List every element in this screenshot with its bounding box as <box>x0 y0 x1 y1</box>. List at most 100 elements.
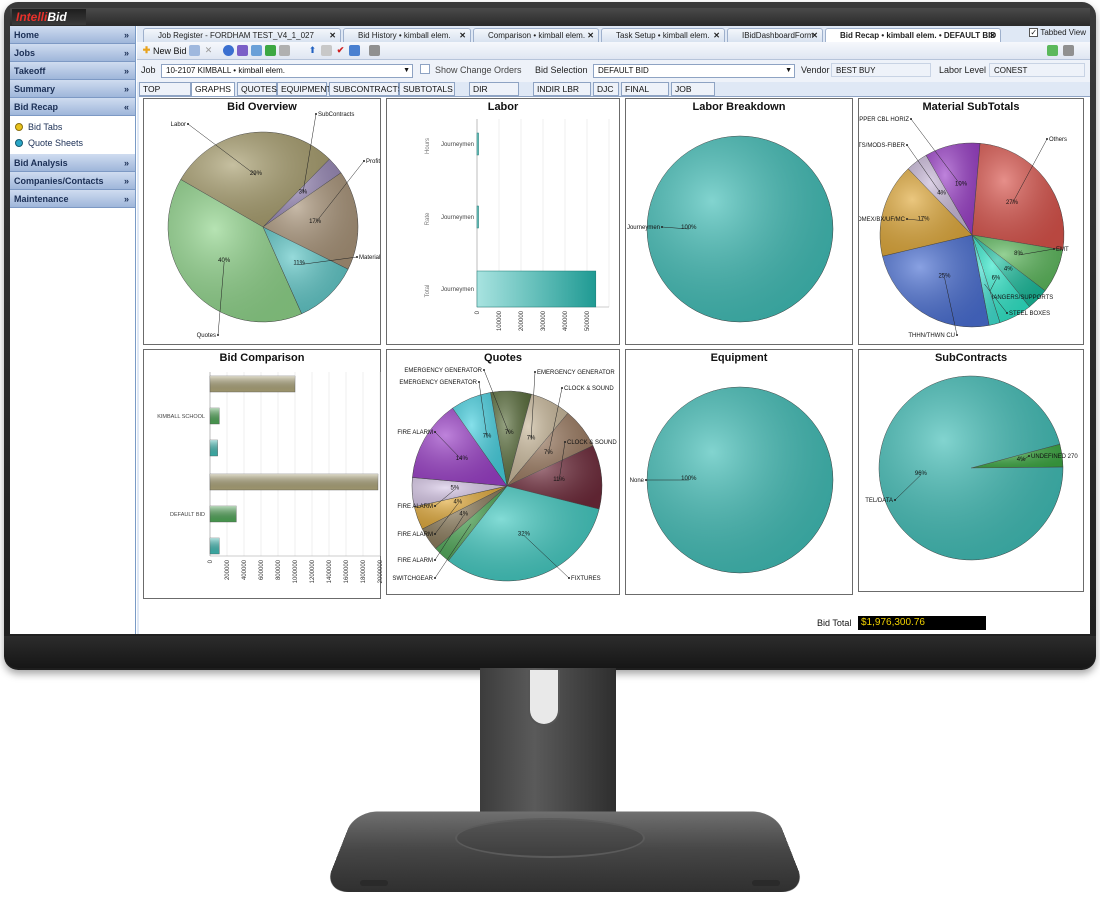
logo-text-2: Bid <box>47 10 67 24</box>
tabbed-view-toggle[interactable]: ✓ Tabbed View <box>1029 28 1086 38</box>
doc-tab-dashboard[interactable]: IBidDashboardForm ✕ <box>727 28 823 42</box>
sub-tabs: TOP SHEETGRAPHSQUOTESEQUIPMENTSUBCONTRAC… <box>137 82 1090 107</box>
subtab-final-price[interactable]: FINAL PRICE <box>621 82 669 107</box>
close-icon[interactable]: ✕ <box>811 29 818 42</box>
close-icon[interactable]: ✕ <box>713 29 720 42</box>
pie-slice-label: Others <box>1049 137 1067 143</box>
pie-chart-icon[interactable] <box>223 45 234 56</box>
bullet-icon <box>15 139 23 147</box>
close-icon[interactable]: ✕ <box>329 29 336 42</box>
pie-leader-dot <box>434 559 436 561</box>
pie-leader-dot <box>956 334 958 336</box>
subtab-subtotals[interactable]: SUBTOTALS <box>399 82 455 96</box>
bar-shade <box>210 376 295 392</box>
monitor-bezel <box>4 636 1096 668</box>
labor-level-label: Labor Level <box>939 65 987 75</box>
chart-panel-2: Labor Breakdown 100% Journeymen <box>625 98 853 345</box>
bar <box>476 132 479 156</box>
pie-chart: 27%Others8%EMT4%6%HANGERS/SUPPORTSSTEEL … <box>859 117 1069 339</box>
refresh-icon[interactable] <box>251 45 262 56</box>
doc-tab-comparison[interactable]: Comparison • kimball elem. ✕ <box>473 28 599 42</box>
check-icon[interactable]: ✔ <box>335 45 346 56</box>
subtab-dir-labor[interactable]: DIR LABOR <box>469 82 519 107</box>
pie-leader-dot <box>534 371 536 373</box>
pie-slice-label: THHN/THWN CU <box>908 333 955 339</box>
job-select[interactable]: 10-2107 KIMBALL • kimball elem. ▼ <box>161 64 413 78</box>
bar-shade <box>210 506 237 522</box>
subtab-job-info[interactable]: JOB INFO <box>671 82 715 107</box>
doc-tab-label: IBidDashboardForm <box>742 31 814 40</box>
sidebar-section-jobs[interactable]: Jobs » <box>10 44 135 62</box>
chevron-up-icon: « <box>123 102 129 112</box>
pie-leader-dot <box>1006 312 1008 314</box>
subtab-quotes[interactable]: QUOTES <box>237 82 277 96</box>
doc-tab-task-setup[interactable]: Task Setup • kimball elem. ✕ <box>601 28 725 42</box>
chevron-down-icon: ▼ <box>785 67 792 74</box>
bar <box>476 205 479 229</box>
settings-icon[interactable] <box>265 45 276 56</box>
tick-label: 100000 <box>497 310 503 331</box>
search-icon[interactable] <box>349 45 360 56</box>
doc-tab-bid-history[interactable]: Bid History • kimball elem. ✕ <box>343 28 471 42</box>
doc-tab-bid-recap[interactable]: Bid Recap • kimball elem. • DEFAULT BID ✕ <box>825 28 1001 42</box>
tick-label: 1800000 <box>361 559 367 583</box>
new-bid-button[interactable]: New Bid <box>153 44 187 58</box>
subtab-indir-lbr[interactable]: INDIR LBR <box>533 82 591 96</box>
tabbed-view-label: Tabbed View <box>1040 28 1086 37</box>
upload-icon[interactable]: ⬆ <box>307 45 318 56</box>
sidebar-section-maintenance[interactable]: Maintenance » <box>10 190 135 208</box>
save-icon[interactable] <box>279 45 290 56</box>
chart-panel-6: Equipment 100% None <box>625 349 853 595</box>
pie-slice-label: UNDEFINED 270 <box>1031 454 1078 460</box>
pie-leader-dot <box>217 334 219 336</box>
app-logo: IntelliBid <box>12 9 86 25</box>
pie-chart: 29%Labor3%SubContracts17%Profit11%Materi… <box>167 112 380 339</box>
export-icon[interactable] <box>1047 45 1058 56</box>
pie-percent-label: 10% <box>955 182 968 188</box>
print-icon[interactable] <box>1063 45 1074 56</box>
pie-leader-dot <box>315 113 317 115</box>
delete-icon[interactable]: ✕ <box>203 45 214 56</box>
doc-tab-label: Comparison • kimball elem. <box>488 31 586 40</box>
subtab-top-sheet[interactable]: TOP SHEET <box>139 82 191 107</box>
sidebar-section-takeoff[interactable]: Takeoff » <box>10 62 135 80</box>
chevron-down-icon: » <box>123 84 129 94</box>
sidebar-section-label: Summary <box>14 84 56 94</box>
copy-icon[interactable] <box>189 45 200 56</box>
list-icon[interactable] <box>237 45 248 56</box>
subtab-graphs[interactable]: GRAPHS <box>191 82 235 96</box>
sidebar-item-quote-sheets[interactable]: Quote Sheets <box>10 135 135 151</box>
pie-slice-label: FIRE ALARM <box>397 532 433 538</box>
pie-slice-label: OUTLETS/MODS-FIBER <box>859 143 906 149</box>
close-icon[interactable]: ✕ <box>459 29 466 42</box>
chart-panel-7: SubContracts 4% UNDEFINED 270 96% TEL/DATA <box>858 349 1084 592</box>
print-icon[interactable] <box>369 45 380 56</box>
sidebar-section-companies[interactable]: Companies/Contacts » <box>10 172 135 190</box>
close-icon[interactable]: ✕ <box>587 29 594 42</box>
subtab-subcontracts[interactable]: SUBCONTRACTS <box>329 82 403 96</box>
close-icon[interactable]: ✕ <box>989 29 996 42</box>
sidebar-section-summary[interactable]: Summary » <box>10 80 135 98</box>
pie-chart: 7% EMERGENCY GENERATOR 7% EMERGENCY GENERAT… <box>392 368 617 582</box>
pie-leader-dot <box>564 441 566 443</box>
plus-icon[interactable]: ✚ <box>141 45 152 56</box>
document-icon[interactable] <box>321 45 332 56</box>
sidebar-section-bid-recap[interactable]: Bid Recap « <box>10 98 135 116</box>
sidebar-section-bid-analysis[interactable]: Bid Analysis » <box>10 154 135 172</box>
doc-tab-label: Task Setup • kimball elem. <box>616 31 710 40</box>
tabbed-view-checkbox[interactable]: ✓ <box>1029 28 1039 38</box>
sidebar-item-bid-tabs[interactable]: Bid Tabs <box>10 119 135 135</box>
sidebar-section-label: Takeoff <box>14 66 46 76</box>
tick-label: 0 <box>475 310 481 314</box>
show-change-orders-checkbox[interactable] <box>420 64 430 74</box>
tick-label: 800000 <box>276 559 282 580</box>
sidebar-section-home[interactable]: Home » <box>10 26 135 44</box>
pie-slice-label: CLOCK & SOUND <box>564 386 614 392</box>
tick-label: 2000000 <box>378 559 382 583</box>
chart-panel-labor: Labor Journeymen Hours Journeymen Rate Journe… <box>386 98 620 345</box>
category-label: Journeymen <box>441 215 474 221</box>
doc-tab-job-register[interactable]: Job Register - FORDHAM TEST_V4_1_027 ✕ <box>143 28 341 42</box>
subtab-equipment[interactable]: EQUIPMENT <box>277 82 332 96</box>
subtab-djc[interactable]: DJC <box>593 82 619 96</box>
bid-selection-select[interactable]: DEFAULT BID ▼ <box>593 64 795 78</box>
